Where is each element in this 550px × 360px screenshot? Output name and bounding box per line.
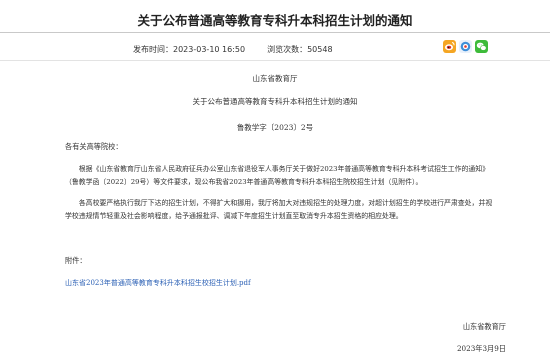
document-issuer: 山东省教育厅 [252, 74, 298, 83]
publish-time: 2023-03-10 16:50 [173, 45, 246, 54]
tencent-weibo-icon[interactable] [459, 40, 472, 53]
page-title: 关于公布普通高等教育专科升本科招生计划的通知 [137, 13, 413, 28]
attachment-label: 附件： [65, 256, 87, 265]
title-divider [0, 32, 550, 33]
attachment-link[interactable]: 山东省2023年普通高等教育专科升本科招生校招生计划.pdf [65, 278, 251, 288]
publish-time-label: 发布时间： [133, 45, 173, 54]
views-label: 浏览次数： [267, 45, 308, 54]
share-toolbar [443, 40, 488, 54]
signature-date: 2023年3月9日 [456, 344, 506, 353]
document-number: 鲁教学字〔2023〕2号 [236, 123, 314, 132]
body-paragraph-1: 根据《山东省教育厅山东省人民政府征兵办公室山东省退役军人事务厅关于做好2023年… [65, 165, 490, 186]
views-count: 50548 [307, 45, 333, 54]
signature-issuer: 山东省教育厅 [462, 322, 506, 331]
document-title: 关于公布普通高等教育专科升本科招生计划的通知 [192, 97, 358, 106]
sina-weibo-icon[interactable] [443, 40, 456, 53]
body-paragraph-2: 各高校要严格执行我厅下达的招生计划，不得扩大和挪用，我厅将加大对违规招生的处理力… [65, 199, 493, 220]
recipient-line: 各有关高等院校： [65, 142, 123, 151]
meta-divider [0, 60, 550, 61]
wechat-icon[interactable] [475, 40, 488, 53]
article-meta: 发布时间：2023-03-10 16:50 浏览次数：50548 [133, 44, 333, 55]
